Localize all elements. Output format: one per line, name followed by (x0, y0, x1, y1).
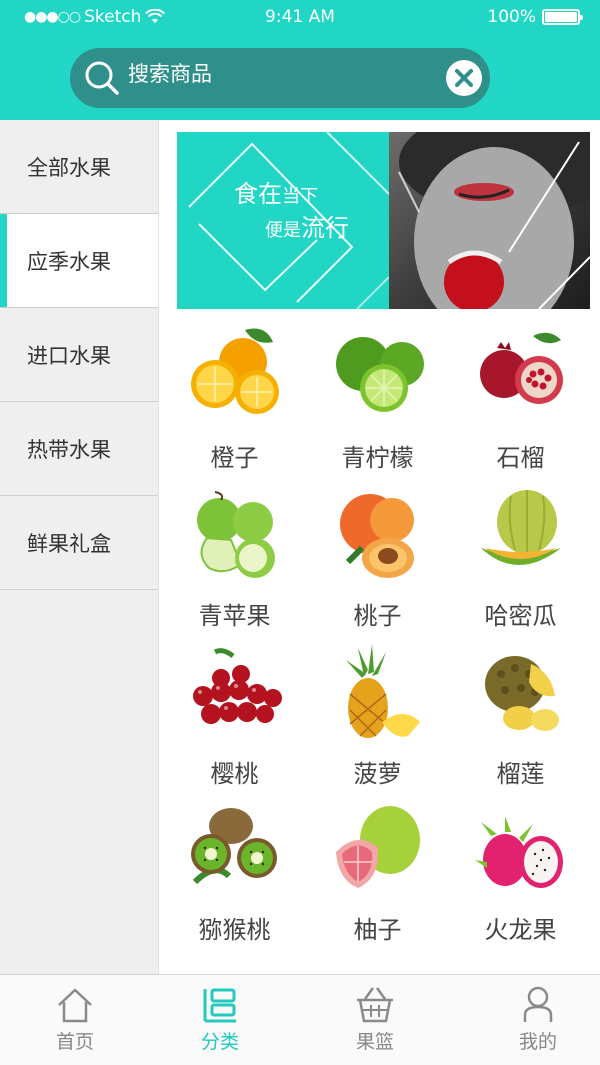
pineapple-icon (345, 644, 420, 738)
header: ●●●○○ Sketch 9:41 AM 100% (0, 0, 600, 120)
fruit-item-hami-melon[interactable]: 哈密瓜 (449, 484, 592, 634)
fruit-item-peach[interactable]: 桃子 (306, 484, 449, 634)
sidebar-item-tropical-fruits[interactable]: 热带水果 (0, 402, 158, 496)
fruit-name: 柚子 (353, 916, 402, 944)
model-photo-image (398, 132, 590, 309)
search-input[interactable] (128, 63, 428, 87)
category-sidebar: 全部水果 应季水果 进口水果 热带水果 鲜果礼盒 (0, 120, 159, 974)
fruit-item-lime[interactable]: 青柠檬 (306, 322, 449, 472)
tab-profile[interactable]: 我的 (463, 975, 600, 1065)
user-icon (523, 986, 553, 1022)
pomelo-icon (335, 806, 420, 888)
basket-icon (357, 987, 393, 1023)
fruit-name: 菠萝 (353, 760, 402, 788)
tab-category[interactable]: 分类 (145, 975, 295, 1065)
status-right: 100% (487, 7, 583, 27)
banner-line2-big: 流行 (301, 214, 349, 242)
fruit-item-pomelo[interactable]: 柚子 (306, 802, 449, 952)
tab-label: 首页 (55, 1031, 94, 1053)
banner-line1-small: 当下 (282, 186, 318, 207)
banner-line1-big: 食在 (234, 180, 282, 208)
fruit-item-orange[interactable]: 橙子 (163, 322, 306, 472)
search-bar[interactable] (70, 48, 490, 108)
dragon-fruit-icon (474, 816, 563, 888)
fruit-name: 哈密瓜 (484, 602, 557, 630)
sidebar-item-label: 热带水果 (27, 437, 111, 462)
fruit-item-cherry[interactable]: 樱桃 (163, 644, 306, 794)
banner-line-2: 便是流行 (265, 208, 349, 243)
tab-basket[interactable]: 果篮 (300, 975, 450, 1065)
bottom-tab-bar: 首页 分类 果篮 我的 (0, 974, 600, 1065)
status-bar: ●●●○○ Sketch 9:41 AM 100% (0, 0, 600, 36)
fruit-name: 火龙果 (484, 916, 557, 944)
battery-icon (542, 9, 583, 25)
fruit-item-dragon-fruit[interactable]: 火龙果 (449, 802, 592, 952)
sidebar-item-seasonal-fruits[interactable]: 应季水果 (0, 214, 158, 308)
sidebar-item-fruit-gift-box[interactable]: 鲜果礼盒 (0, 496, 158, 590)
sidebar-item-label: 应季水果 (27, 249, 111, 274)
sidebar-item-label: 鲜果礼盒 (27, 531, 111, 556)
green-apple-icon (196, 491, 275, 578)
home-icon (58, 988, 92, 1023)
orange-icon (190, 328, 279, 414)
fruit-item-pomegranate[interactable]: 石榴 (449, 322, 592, 472)
sidebar-item-label: 进口水果 (27, 343, 111, 368)
sidebar-item-label: 全部水果 (27, 155, 111, 180)
battery-percent: 100% (487, 7, 536, 27)
fruit-name: 樱桃 (210, 760, 259, 788)
search-icon (85, 61, 119, 95)
fruit-name: 青柠檬 (341, 444, 414, 472)
fruit-item-durian[interactable]: 榴莲 (449, 644, 592, 794)
app-root: ●●●○○ Sketch 9:41 AM 100% 搜索商品 全部水果 应季水果… (0, 0, 600, 1065)
sidebar-item-all-fruits[interactable]: 全部水果 (0, 120, 158, 214)
promo-banner[interactable]: 食在当下 便是流行 (177, 132, 590, 309)
durian-icon (484, 656, 559, 731)
close-icon (455, 69, 473, 87)
clear-search-button[interactable] (446, 60, 482, 96)
kiwi-icon (190, 808, 277, 885)
fruit-name: 猕猴桃 (198, 916, 271, 944)
banner-line2-small: 便是 (265, 220, 301, 241)
tab-home[interactable]: 首页 (0, 975, 150, 1065)
fruit-item-pineapple[interactable]: 菠萝 (306, 644, 449, 794)
category-icon (203, 988, 236, 1023)
hami-melon-icon (480, 490, 561, 565)
cherry-icon (192, 648, 282, 724)
banner-line-1: 食在当下 (234, 174, 318, 209)
fruit-item-green-apple[interactable]: 青苹果 (163, 484, 306, 634)
banner-text-panel: 食在当下 便是流行 (177, 132, 389, 309)
fruit-name: 石榴 (496, 444, 545, 472)
peach-icon (339, 494, 414, 578)
fruit-name: 橙子 (210, 444, 259, 472)
tab-label: 果篮 (355, 1031, 394, 1053)
banner-model-photo (389, 132, 590, 309)
fruit-item-kiwi[interactable]: 猕猴桃 (163, 802, 306, 952)
lime-icon (335, 337, 424, 412)
tab-label: 我的 (518, 1031, 557, 1053)
fruit-name: 青苹果 (198, 602, 271, 630)
fruit-name: 桃子 (353, 602, 402, 630)
sidebar-item-imported-fruits[interactable]: 进口水果 (0, 308, 158, 402)
pomegranate-icon (479, 332, 563, 404)
tab-label: 分类 (200, 1031, 239, 1053)
fruit-name: 榴莲 (496, 760, 545, 788)
